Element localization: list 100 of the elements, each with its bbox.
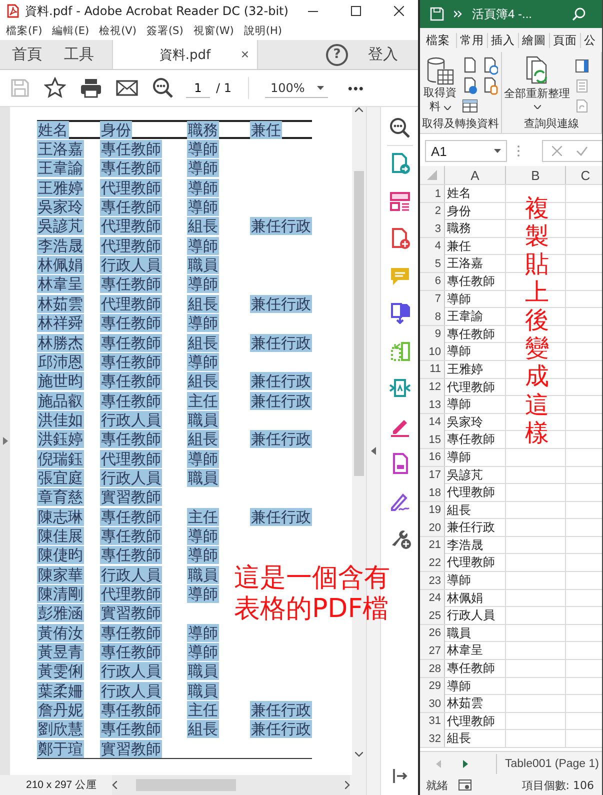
table-cell: 陳倢昀 (37, 546, 84, 564)
menu-item[interactable]: 說明(H) (244, 24, 282, 38)
caret-down-icon[interactable] (355, 752, 363, 757)
page-number-field[interactable]: 1 (186, 78, 210, 98)
tab[interactable]: 首頁 (2, 40, 52, 69)
sign-in-button[interactable]: 登入 (368, 40, 398, 69)
cell-text: 李浩晟 (446, 536, 484, 554)
ribbon-tab[interactable]: 常用 (456, 32, 487, 48)
table-cell: 組長 (187, 430, 219, 448)
table-cell: 行政人員 (100, 468, 162, 487)
ribbon-tab[interactable]: 頁面 (549, 32, 580, 48)
cell-text: 代理教師 (446, 484, 496, 502)
chevron-icon[interactable] (454, 10, 462, 18)
table-cell: 陳佳展 (37, 526, 84, 545)
table-cell: 專任教師 (100, 314, 162, 332)
menu-item[interactable]: 視窗(W) (193, 24, 234, 38)
row-header: 27 (420, 642, 445, 660)
table-cell: 代理教師 (100, 584, 162, 603)
table-cell: 倪瑞鈺 (37, 450, 84, 468)
table-cell: 黃昱青 (37, 643, 84, 661)
caret-up-icon[interactable] (355, 107, 363, 112)
group-label: 取得及轉換資料 (422, 117, 499, 132)
caret-left-icon[interactable] (112, 781, 117, 789)
ribbon-tab[interactable]: 公 (580, 32, 599, 48)
ribbon-tab[interactable]: 繪圖 (518, 32, 549, 48)
row-header: 32 (420, 730, 445, 748)
print-icon[interactable] (80, 77, 102, 99)
table-cell: 導師 (187, 314, 219, 332)
ribbon-tab[interactable]: 檔案 (423, 32, 456, 48)
refresh-all-button[interactable]: 全部重新整理 (504, 56, 570, 116)
table-cell: 組長 (187, 334, 219, 352)
zoom-tool-icon[interactable] (388, 117, 410, 139)
table-cell: 代理教師 (100, 178, 162, 197)
caret-right-icon[interactable] (463, 760, 468, 768)
close-tab-button[interactable]: × (240, 47, 249, 61)
tab[interactable]: 工具 (54, 40, 104, 69)
mail-icon[interactable] (116, 77, 138, 99)
row-header: 12 (420, 378, 445, 396)
search-icon[interactable] (572, 7, 586, 21)
help-button[interactable]: ? (326, 44, 348, 66)
menu-item[interactable]: 檔案(F) (6, 24, 42, 38)
table-cell: 專任教師 (100, 430, 162, 448)
table-cell: 組長 (187, 372, 219, 390)
collapse-icon[interactable] (371, 447, 376, 455)
cell-text: 職員 (446, 624, 472, 642)
document-globe-icon[interactable] (462, 77, 478, 95)
table-cell: 章育慈 (37, 488, 84, 506)
table-cell: 專任教師 (100, 275, 162, 294)
menu-item[interactable]: 簽署(S) (146, 24, 184, 38)
expand-icon[interactable] (2, 437, 8, 445)
layout-icon[interactable] (388, 190, 410, 212)
more-button[interactable]: ••• (348, 80, 364, 96)
zoom-icon[interactable] (152, 77, 174, 99)
table-icon[interactable] (462, 98, 478, 114)
column-header[interactable]: C (566, 166, 602, 184)
document-icon[interactable] (462, 57, 478, 75)
properties-icon[interactable] (575, 59, 589, 73)
table-cell: 導師 (187, 140, 219, 158)
menu-item[interactable]: 編輯(E) (52, 24, 90, 38)
table-cell: 兼任行政 (250, 430, 312, 448)
table-cell: 專任教師 (100, 392, 162, 410)
table-cell: 兼任行政 (250, 701, 312, 720)
table-cell: 詹丹妮 (37, 701, 84, 720)
name-box[interactable]: A1 (425, 140, 507, 162)
cell-text: 王洛嘉 (446, 255, 484, 272)
star-icon[interactable] (44, 77, 66, 99)
cell-text: 導師 (446, 448, 472, 466)
table-cell: 專任教師 (100, 140, 162, 158)
cell-text: 專任教師 (446, 431, 496, 448)
check-icon[interactable] (576, 146, 588, 156)
row-header: 18 (420, 484, 445, 502)
table-cell: 施世昀 (37, 372, 84, 390)
ribbon-tab[interactable]: 插入 (487, 32, 518, 48)
table-cell: 行政人員 (100, 662, 162, 680)
table-cell: 黃侑汝 (37, 624, 84, 642)
column-header[interactable]: B (506, 166, 566, 184)
table-cell: 林茹雲 (37, 294, 84, 313)
table-cell: 葉柔姍 (37, 682, 84, 700)
document-database-icon[interactable] (482, 77, 498, 95)
table-cell: 兼任行政 (250, 217, 312, 236)
menu-item[interactable]: 檢視(V) (99, 24, 136, 38)
document-clock-icon[interactable] (482, 57, 498, 75)
panel-collapse-icon[interactable] (392, 768, 408, 784)
table-cell: 專任教師 (100, 546, 162, 564)
table-cell: 專任教師 (100, 198, 162, 216)
zoom-dropdown[interactable]: 100% (264, 78, 328, 98)
row-header: 15 (420, 431, 445, 448)
cell-text: 導師 (446, 343, 472, 360)
cell-text: 姓名 (446, 185, 472, 202)
macro-icon[interactable] (458, 779, 472, 791)
scroll-thumb[interactable] (354, 171, 364, 476)
horizontal-scrollbar[interactable] (112, 775, 350, 795)
get-data-button[interactable]: 取得資料 (422, 56, 458, 116)
column-header[interactable]: A (445, 166, 506, 184)
document-compress-icon[interactable] (388, 377, 410, 399)
cell-text: 王雅婷 (446, 360, 484, 378)
cell-text: 導師 (446, 290, 472, 308)
documents-merge-icon[interactable] (388, 302, 410, 324)
tab[interactable]: 資料.pdf × (112, 40, 258, 69)
caret-right-icon[interactable] (345, 781, 350, 789)
